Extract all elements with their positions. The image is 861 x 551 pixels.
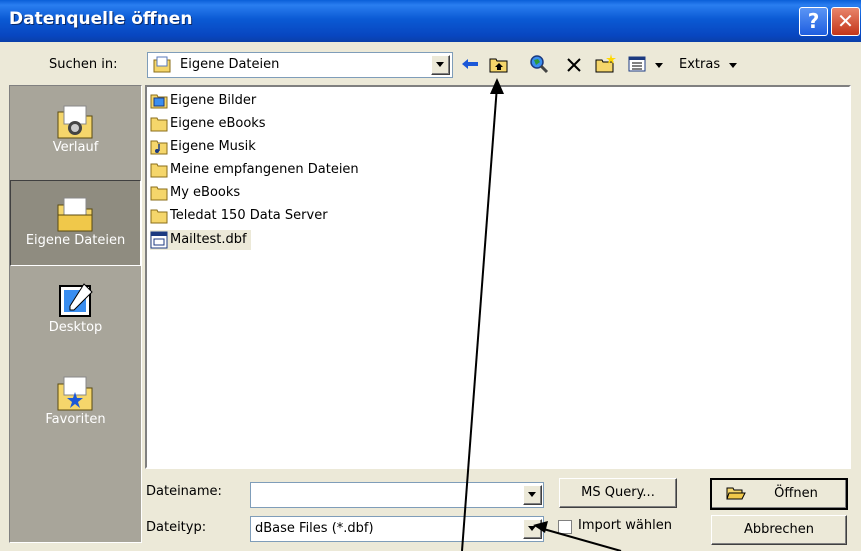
look-in-value: Eigene Dateien	[180, 57, 280, 72]
folder-icon	[150, 186, 168, 200]
search-web-icon[interactable]	[529, 54, 549, 74]
favorites-icon	[57, 376, 92, 411]
open-button-label: Öffnen	[774, 486, 818, 501]
views-icon[interactable]	[628, 56, 646, 72]
up-one-level-icon[interactable]	[489, 55, 509, 73]
filename-dropdown-button[interactable]	[523, 485, 542, 505]
filetype-select[interactable]: dBase Files (*.dbf)	[250, 516, 544, 542]
list-item-selected[interactable]: Mailtest.dbf	[150, 230, 251, 250]
folder-icon	[150, 163, 168, 177]
back-arrow-icon[interactable]	[460, 56, 480, 72]
ms-query-button[interactable]: MS Query...	[559, 478, 677, 508]
my-documents-small-icon	[153, 56, 171, 73]
look-in-dropdown-button[interactable]	[431, 55, 450, 75]
cancel-button[interactable]: Abbrechen	[711, 515, 847, 545]
folder-icon	[150, 117, 168, 131]
close-button[interactable]: ✕	[831, 7, 860, 36]
desktop-icon	[58, 283, 93, 317]
place-favorites[interactable]: Favoriten	[10, 374, 141, 454]
list-item[interactable]: Eigene Musik	[150, 137, 256, 157]
place-desktop[interactable]: Desktop	[10, 280, 141, 360]
list-item[interactable]: Eigene Bilder	[150, 91, 256, 111]
filetype-dropdown-button[interactable]	[523, 519, 542, 539]
list-item[interactable]: My eBooks	[150, 183, 240, 203]
look-in-label: Suchen in:	[49, 57, 118, 72]
my-documents-icon	[57, 197, 92, 232]
look-in-combo[interactable]: Eigene Dateien	[147, 52, 453, 78]
import-label[interactable]: Import wählen	[578, 518, 672, 533]
open-folder-icon	[726, 487, 746, 500]
list-item[interactable]: Teledat 150 Data Server	[150, 206, 328, 226]
filetype-label: Dateityp:	[146, 520, 207, 535]
window-title: Datenquelle öffnen	[9, 9, 193, 29]
place-history-label: Verlauf	[52, 140, 99, 155]
file-list[interactable]: Eigene Bilder Eigene eBooks Eigene Musik…	[145, 85, 851, 469]
pictures-folder-icon	[150, 94, 168, 108]
help-button[interactable]: ?	[799, 7, 828, 36]
places-bar: Verlauf Eigene Dateien Desktop Favoriten	[9, 85, 142, 543]
extras-menu[interactable]: Extras	[679, 57, 720, 72]
open-button[interactable]: Öffnen	[710, 478, 848, 510]
filename-input[interactable]	[250, 482, 544, 508]
place-favorites-label: Favoriten	[45, 412, 106, 427]
delete-icon[interactable]	[566, 57, 582, 73]
place-history[interactable]: Verlauf	[10, 102, 141, 182]
import-checkbox[interactable]	[558, 520, 572, 534]
place-my-documents[interactable]: Eigene Dateien	[10, 180, 141, 266]
views-dropdown-icon[interactable]	[655, 63, 663, 69]
list-item[interactable]: Eigene eBooks	[150, 114, 266, 134]
dbf-file-icon	[150, 231, 168, 248]
new-folder-icon[interactable]	[595, 53, 617, 73]
filetype-value: dBase Files (*.dbf)	[255, 521, 374, 536]
filename-label: Dateiname:	[146, 484, 222, 499]
place-my-documents-label: Eigene Dateien	[25, 233, 126, 248]
extras-dropdown-icon[interactable]	[729, 63, 737, 69]
list-item[interactable]: Meine empfangenen Dateien	[150, 160, 359, 180]
music-folder-icon	[150, 140, 168, 154]
history-folder-icon	[57, 105, 92, 139]
place-desktop-label: Desktop	[48, 320, 103, 335]
folder-icon	[150, 209, 168, 223]
